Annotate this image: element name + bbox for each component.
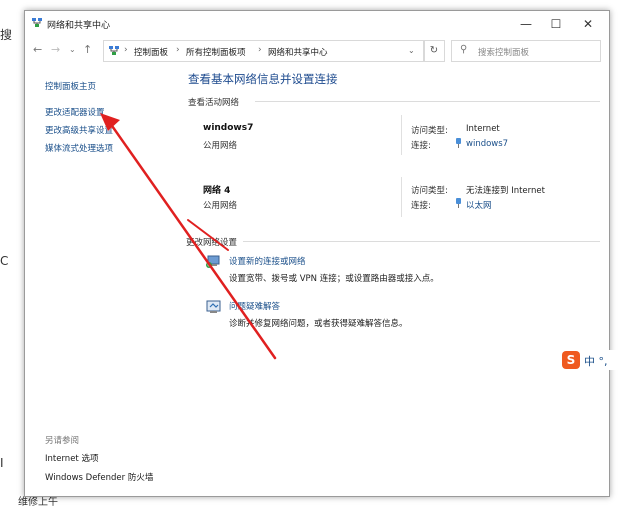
active-networks-heading: 查看活动网络 <box>188 98 240 108</box>
sogou-logo-icon: S <box>562 351 580 369</box>
sidebar-link-home[interactable]: 控制面板主页 <box>45 80 96 92</box>
control-panel-icon <box>109 46 119 55</box>
see-also-defender-firewall[interactable]: Windows Defender 防火墙 <box>45 471 153 483</box>
breadcrumb-all-items[interactable]: 所有控制面板项 <box>186 46 246 58</box>
search-placeholder: 搜索控制面板 <box>478 48 530 58</box>
network-center-icon <box>32 18 42 27</box>
sidebar-link-advanced-sharing[interactable]: 更改高级共享设置 <box>45 124 113 136</box>
network-divider <box>401 177 402 217</box>
connection-link-ethernet[interactable]: 以太网 <box>466 199 492 211</box>
sidebar-link-adapter-settings[interactable]: 更改适配器设置 <box>45 106 105 118</box>
background-fragment: C <box>0 254 9 268</box>
address-dropdown-icon[interactable]: ⌄ <box>408 46 415 55</box>
forward-arrow-icon[interactable]: → <box>51 43 60 56</box>
window-title: 网络和共享中心 <box>47 21 111 31</box>
address-bar[interactable]: › 控制面板 › 所有控制面板项 › 网络和共享中心 ⌄ <box>103 40 425 62</box>
back-arrow-icon[interactable]: ← <box>33 43 42 56</box>
refresh-icon[interactable]: ↻ <box>423 40 445 62</box>
breadcrumb-separator-icon: › <box>258 45 262 55</box>
connection-link-windows7[interactable]: windows7 <box>466 139 508 149</box>
access-type-label: 访问类型: <box>411 126 448 136</box>
close-button[interactable]: ✕ <box>573 14 603 34</box>
title-bar: 网络和共享中心 — ☐ ✕ <box>25 11 609 37</box>
network-category: 公用网络 <box>203 141 238 151</box>
page-title: 查看基本网络信息并设置连接 <box>188 72 338 86</box>
network-sharing-window: 网络和共享中心 — ☐ ✕ ← → ⌄ ↑ › 控制面板 › 所有控制面板项 ›… <box>24 10 610 497</box>
minimize-button[interactable]: — <box>511 14 541 34</box>
up-arrow-icon[interactable]: ↑ <box>83 43 92 56</box>
access-type-value: 无法连接到 Internet <box>466 186 545 196</box>
search-input[interactable]: ⚲ 搜索控制面板 <box>451 40 601 62</box>
setup-new-connection-link[interactable]: 设置新的连接或网络 <box>229 255 306 267</box>
search-icon: ⚲ <box>460 44 468 55</box>
address-row: ← → ⌄ ↑ › 控制面板 › 所有控制面板项 › 网络和共享中心 ⌄ ↻ ⚲… <box>25 38 609 62</box>
change-settings-heading: 更改网络设置 <box>186 238 238 248</box>
access-type-value: Internet <box>466 124 500 134</box>
breadcrumb-separator-icon: › <box>124 45 128 55</box>
troubleshoot-icon <box>206 300 221 313</box>
ime-mode-text: 中 °, <box>584 355 608 368</box>
section-divider <box>255 101 600 102</box>
new-connection-icon <box>206 255 220 268</box>
ime-status-bar[interactable]: S 中 °, <box>562 350 627 370</box>
see-also-internet-options[interactable]: Internet 选项 <box>45 452 98 464</box>
sidebar-link-media-streaming[interactable]: 媒体流式处理选项 <box>45 142 113 154</box>
troubleshoot-desc: 诊断并修复网络问题，或者获得疑难解答信息。 <box>229 319 408 329</box>
background-fragment: 搜 <box>0 28 13 42</box>
connection-label: 连接: <box>411 201 431 211</box>
access-type-label: 访问类型: <box>411 186 448 196</box>
network-category: 公用网络 <box>203 201 238 211</box>
ethernet-connection-icon <box>456 198 461 208</box>
network-name: windows7 <box>203 123 254 133</box>
breadcrumb-separator-icon: › <box>176 45 180 55</box>
network-name: 网络 4 <box>203 186 231 196</box>
breadcrumb-network-center[interactable]: 网络和共享中心 <box>268 46 328 58</box>
network-divider <box>401 115 402 155</box>
setup-new-connection-desc: 设置宽带、拨号或 VPN 连接；或设置路由器或接入点。 <box>229 274 439 284</box>
background-fragment: I <box>0 456 4 470</box>
troubleshoot-link[interactable]: 问题疑难解答 <box>229 300 280 312</box>
maximize-button[interactable]: ☐ <box>541 14 571 34</box>
recent-chevron-icon[interactable]: ⌄ <box>69 45 76 54</box>
wifi-connection-icon <box>456 138 461 148</box>
connection-label: 连接: <box>411 141 431 151</box>
breadcrumb-control-panel[interactable]: 控制面板 <box>134 46 168 58</box>
section-divider <box>243 241 600 242</box>
see-also-heading: 另请参阅 <box>45 436 80 446</box>
